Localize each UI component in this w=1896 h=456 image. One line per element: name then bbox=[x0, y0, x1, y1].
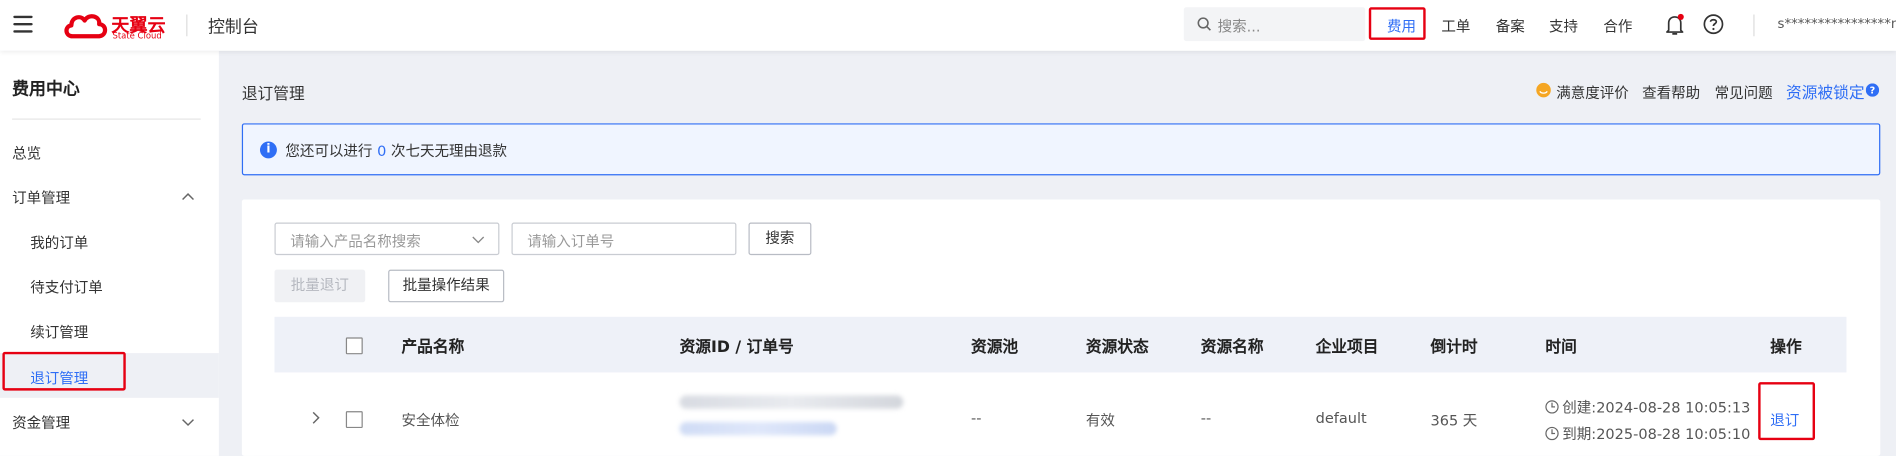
smile-icon bbox=[1536, 82, 1551, 98]
rating-link[interactable]: 满意度评价 bbox=[1556, 82, 1629, 103]
unsubscribe-highlight-box bbox=[2, 351, 126, 391]
select-all-checkbox[interactable] bbox=[345, 337, 363, 355]
resource-id-cell bbox=[679, 389, 910, 449]
column-header[interactable]: 操作 bbox=[1770, 334, 1801, 357]
brand-subtitle: State Cloud bbox=[112, 31, 162, 42]
menu-icon[interactable] bbox=[13, 15, 33, 33]
help-link[interactable]: 查看帮助 bbox=[1642, 82, 1700, 103]
nav-fee[interactable]: 费用 bbox=[1387, 16, 1416, 37]
page-title: 退订管理 bbox=[241, 85, 305, 104]
console-link[interactable]: 控制台 bbox=[208, 15, 259, 39]
chevron-down-icon bbox=[472, 236, 485, 244]
search-placeholder: 搜索... bbox=[1217, 18, 1261, 36]
product-select-placeholder: 请输入产品名称搜索 bbox=[290, 233, 421, 251]
column-header[interactable]: 资源状态 bbox=[1086, 334, 1149, 357]
nav-ticket[interactable]: 工单 bbox=[1441, 16, 1470, 37]
sidebar-title: 费用中心 bbox=[12, 79, 80, 100]
pool-cell: -- bbox=[970, 409, 982, 427]
order-number-input[interactable]: 请输入订单号 bbox=[511, 222, 737, 256]
search-button[interactable]: 搜索 bbox=[748, 222, 812, 256]
sidebar-item-renewal[interactable]: 续订管理 bbox=[30, 322, 88, 343]
table-header: 产品名称 资源ID / 订单号 资源池 资源状态 资源名称 企业项目 倒计时 时… bbox=[274, 316, 1847, 373]
redacted-resource-id bbox=[679, 395, 904, 409]
sidebar-item-order-management[interactable]: 订单管理 bbox=[12, 187, 70, 208]
column-header[interactable]: 产品名称 bbox=[401, 334, 464, 357]
refund-count: 0 bbox=[377, 142, 387, 160]
batch-unsubscribe-button[interactable]: 批量退订 bbox=[274, 269, 366, 303]
created-time: 创建:2024-08-28 10:05:13 bbox=[1545, 397, 1750, 418]
top-bar: 天翼云 State Cloud 控制台 搜索... 费用 工单 备案 支持 合作 bbox=[0, 0, 1896, 51]
help-icon[interactable] bbox=[1703, 13, 1725, 35]
expires-time: 到期:2025-08-28 10:05:10 bbox=[1545, 423, 1750, 444]
brand-logo[interactable]: 天翼云 State Cloud bbox=[63, 10, 166, 46]
chevron-right-icon[interactable] bbox=[312, 411, 320, 424]
svg-text:?: ? bbox=[1870, 86, 1876, 97]
countdown-cell: 365 天 bbox=[1430, 412, 1478, 430]
redacted-order-number bbox=[679, 422, 837, 436]
clock-icon bbox=[1545, 426, 1559, 441]
resource-name-cell: -- bbox=[1200, 409, 1212, 427]
search-input[interactable]: 搜索... bbox=[1183, 7, 1366, 42]
notice-text: 您还可以进行 0 次七天无理由退款 bbox=[285, 142, 508, 160]
table-row: 安全体检 -- 有效 -- default 365 天 创建:2024-08-2… bbox=[274, 372, 1846, 455]
sidebar-item-my-orders[interactable]: 我的订单 bbox=[30, 232, 88, 253]
status-cell: 有效 bbox=[1085, 412, 1115, 430]
locked-resource-link[interactable]: 资源被锁定 bbox=[1786, 80, 1865, 103]
faq-link[interactable]: 常见问题 bbox=[1715, 82, 1773, 103]
nav-partner[interactable]: 合作 bbox=[1603, 16, 1632, 37]
clock-icon bbox=[1545, 400, 1559, 414]
sidebar-divider bbox=[12, 118, 201, 120]
chevron-up-icon[interactable] bbox=[181, 192, 194, 201]
info-icon: i bbox=[259, 141, 277, 159]
column-header[interactable]: 资源名称 bbox=[1201, 334, 1264, 357]
bell-icon[interactable] bbox=[1664, 13, 1686, 36]
cloud-logo-icon bbox=[64, 14, 108, 39]
column-header[interactable]: 倒计时 bbox=[1430, 334, 1477, 357]
action-highlight-box bbox=[1758, 382, 1816, 441]
column-header[interactable]: 企业项目 bbox=[1316, 334, 1379, 357]
divider bbox=[1753, 14, 1755, 37]
product-name-cell: 安全体检 bbox=[401, 412, 460, 430]
nav-filing[interactable]: 备案 bbox=[1496, 16, 1525, 37]
order-input-placeholder: 请输入订单号 bbox=[527, 233, 615, 251]
question-icon[interactable]: ? bbox=[1865, 83, 1880, 97]
column-header[interactable]: 时间 bbox=[1545, 334, 1576, 357]
sidebar-item-overview[interactable]: 总览 bbox=[12, 143, 41, 164]
sidebar-item-funds[interactable]: 资金管理 bbox=[12, 412, 70, 433]
refund-notice: i 您还可以进行 0 次七天无理由退款 bbox=[241, 123, 1881, 176]
column-header[interactable]: 资源池 bbox=[971, 334, 1018, 357]
row-checkbox[interactable] bbox=[345, 411, 363, 429]
chevron-down-icon[interactable] bbox=[181, 418, 194, 427]
column-header[interactable]: 资源ID / 订单号 bbox=[680, 334, 794, 357]
sidebar-item-pending-payment[interactable]: 待支付订单 bbox=[30, 277, 103, 298]
user-account[interactable]: s****************m bbox=[1778, 16, 1896, 32]
nav-support[interactable]: 支持 bbox=[1549, 16, 1578, 37]
divider bbox=[186, 14, 188, 37]
batch-result-button[interactable]: 批量操作结果 bbox=[388, 269, 505, 303]
search-icon bbox=[1197, 17, 1211, 31]
sidebar: 费用中心 总览 订单管理 我的订单 待支付订单 续订管理 退订管理 资金管理 bbox=[0, 50, 219, 456]
project-cell: default bbox=[1315, 409, 1367, 427]
product-name-select[interactable]: 请输入产品名称搜索 bbox=[274, 222, 500, 256]
unsubscribe-card: 请输入产品名称搜索 请输入订单号 搜索 批量退订 批量操作结果 产品名称 资源I… bbox=[241, 199, 1881, 456]
